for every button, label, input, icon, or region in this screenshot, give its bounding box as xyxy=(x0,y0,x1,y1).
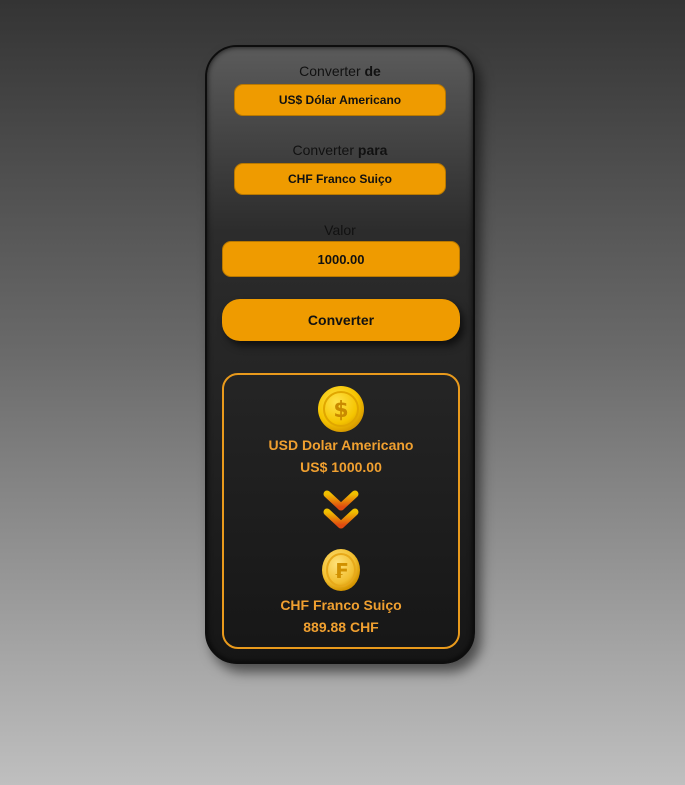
svg-text:₣: ₣ xyxy=(334,559,348,583)
amount-input[interactable] xyxy=(222,241,460,277)
source-amount: US$ 1000.00 xyxy=(300,459,382,475)
target-amount: 889.88 CHF xyxy=(303,619,379,635)
amount-label: Valor xyxy=(324,222,356,238)
convert-button[interactable]: Converter xyxy=(222,299,460,341)
to-currency-select[interactable]: CHF Franco Suiço xyxy=(234,163,446,195)
franc-coin-icon: ₣ xyxy=(321,548,361,597)
to-currency-value: CHF Franco Suiço xyxy=(287,172,392,186)
dollar-coin-icon: $ xyxy=(317,385,365,438)
result-panel: $ USD Dolar Americano US$ 1000.00 ₣ CHF … xyxy=(222,373,460,649)
source-currency-name: USD Dolar Americano xyxy=(268,437,414,453)
from-currency-select[interactable]: US$ Dólar Americano xyxy=(234,84,446,116)
target-currency-name: CHF Franco Suiço xyxy=(280,597,402,613)
converter-card: Converter de US$ Dólar Americano Convert… xyxy=(205,45,475,664)
from-currency-value: US$ Dólar Americano xyxy=(278,93,402,107)
svg-text:$: $ xyxy=(333,398,348,423)
to-label: Converter para xyxy=(292,142,388,158)
from-label: Converter de xyxy=(299,63,381,79)
double-chevron-down-icon xyxy=(322,490,360,537)
